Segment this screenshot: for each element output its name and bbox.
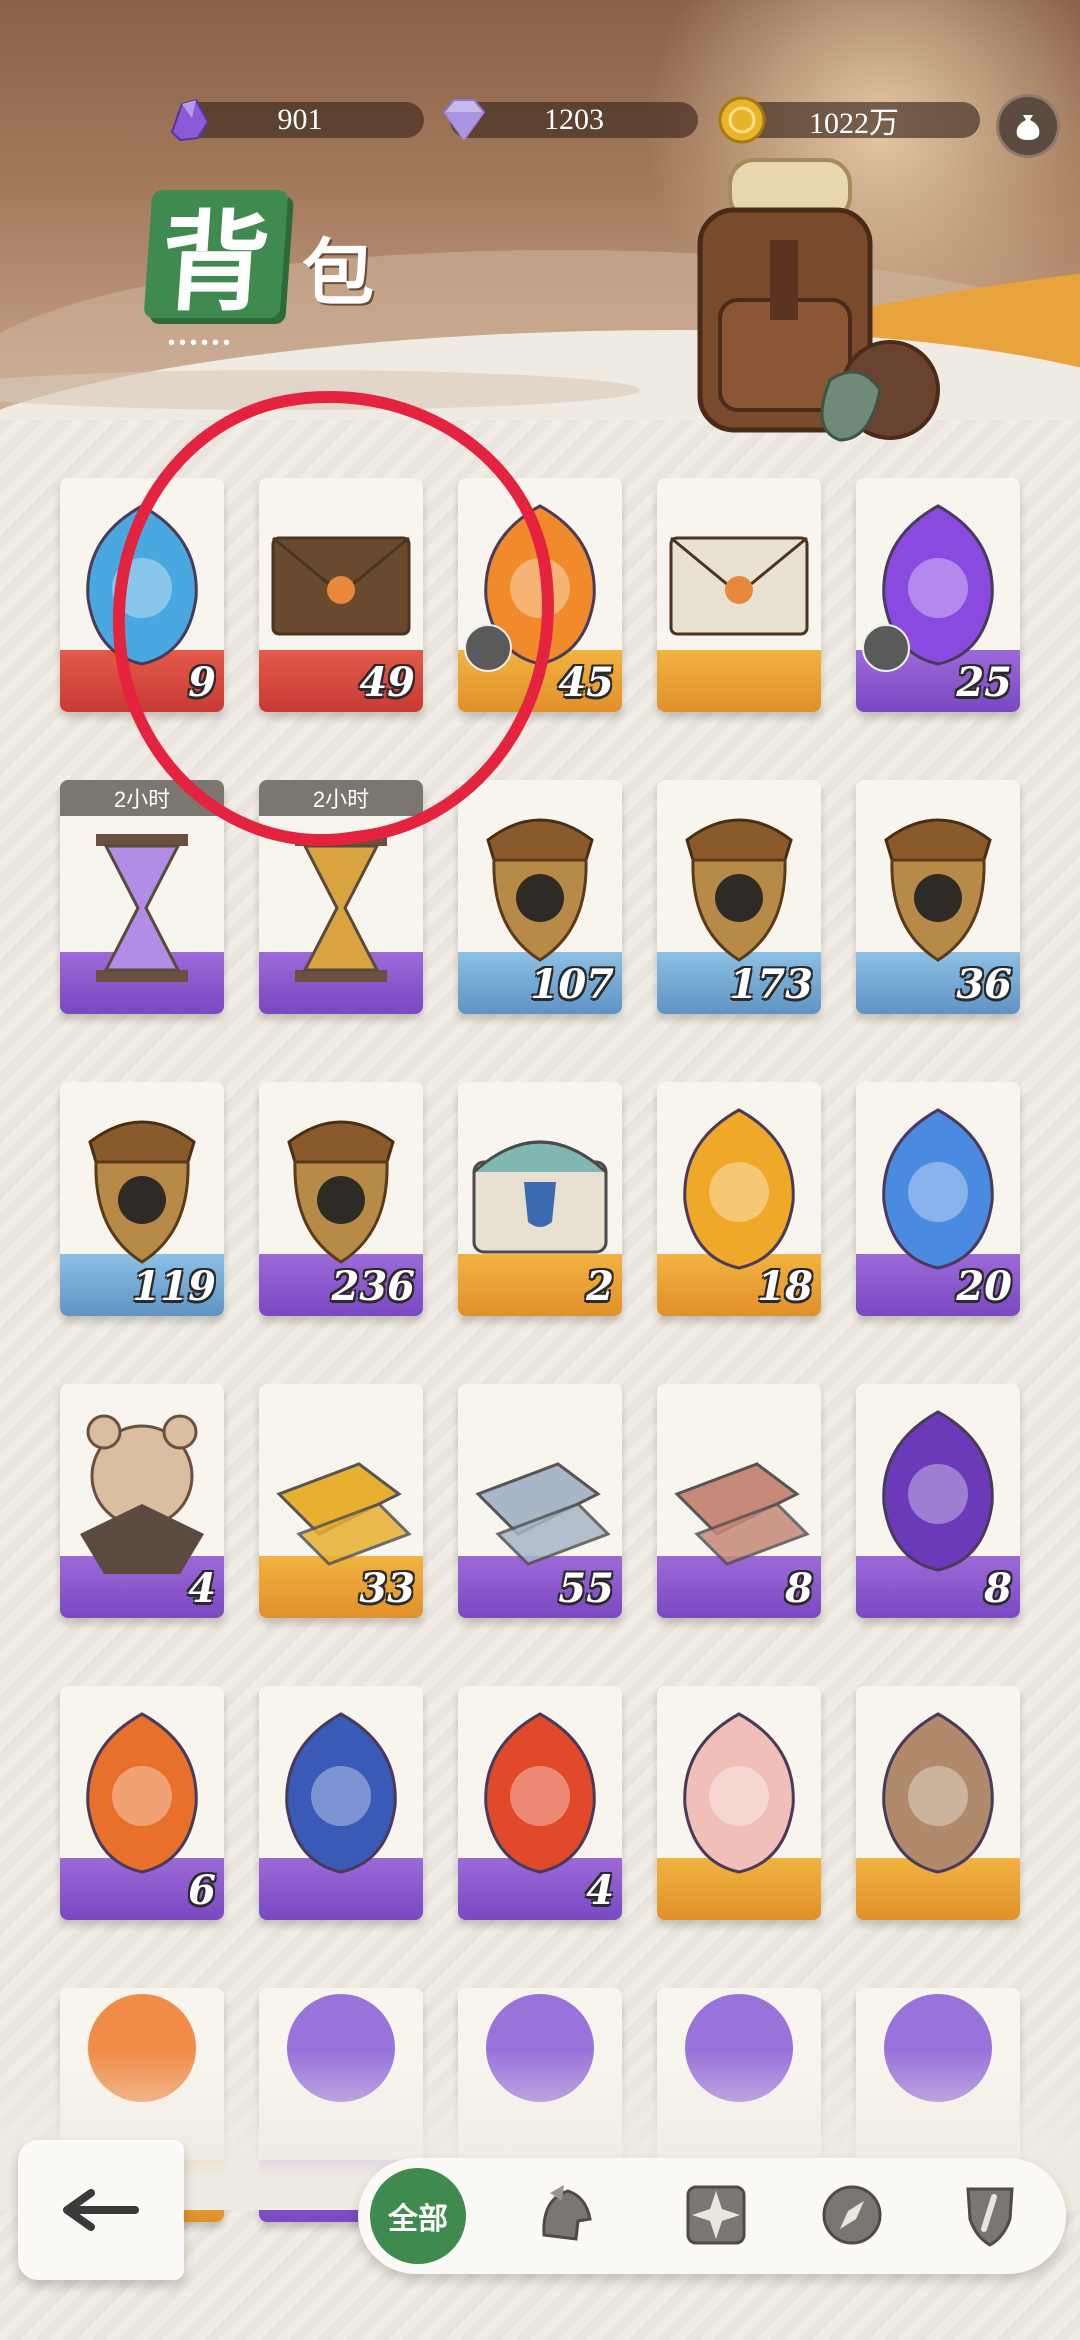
inventory-item[interactable]: 2小时	[259, 780, 423, 1014]
item-count: 55	[558, 1565, 614, 1612]
item-count: 9	[188, 659, 216, 706]
filter-star-button[interactable]	[676, 2175, 756, 2255]
inventory-item[interactable]: 173	[657, 780, 821, 1014]
inventory-item[interactable]: 4	[458, 1686, 622, 1920]
compass-icon	[822, 2185, 882, 2245]
item-count: 36	[956, 961, 1012, 1008]
shield-sword-icon	[966, 2187, 1014, 2247]
inventory-item[interactable]: 2	[458, 1082, 622, 1316]
inventory-item[interactable]	[657, 1686, 821, 1920]
item-count: 49	[359, 659, 415, 706]
inventory-item[interactable]: 107	[458, 780, 622, 1014]
gold-coin-icon	[718, 96, 766, 144]
inventory-item[interactable]: 8	[657, 1384, 821, 1618]
item-count: 4	[188, 1565, 216, 1612]
item-count: 33	[359, 1565, 415, 1612]
wave-crystal-icon	[285, 1712, 397, 1874]
inventory-item[interactable]: 8	[856, 1384, 1020, 1618]
item-count: 45	[558, 659, 614, 706]
inventory-item[interactable]: 55	[458, 1384, 622, 1618]
item-count: 25	[956, 659, 1012, 706]
inventory-item[interactable]: 36	[856, 780, 1020, 1014]
page-title-badge: 背	[143, 190, 289, 326]
inventory-item[interactable]: 18	[657, 1082, 821, 1316]
inventory-item[interactable]: 119	[60, 1082, 224, 1316]
portrait-beast-icon	[882, 1712, 994, 1874]
inventory-item[interactable]	[856, 1686, 1020, 1920]
arrow-left-icon	[63, 2189, 139, 2231]
item-count: 8	[984, 1565, 1012, 1612]
inventory-item[interactable]: 45	[458, 478, 622, 712]
inventory-item[interactable]: 9	[60, 478, 224, 712]
item-count: 119	[132, 1263, 217, 1310]
inventory-item[interactable]: 236	[259, 1082, 423, 1316]
filter-helmet-button[interactable]	[526, 2175, 606, 2255]
money-bag-icon	[1016, 115, 1040, 140]
item-count: 8	[785, 1565, 813, 1612]
inventory-item[interactable]: 20	[856, 1082, 1020, 1316]
money-bag-button[interactable]	[996, 94, 1060, 158]
envelope-light-icon	[669, 536, 809, 636]
page-title-dots: ••••••	[168, 332, 235, 354]
inventory-item[interactable]: 4	[60, 1384, 224, 1618]
inventory-item[interactable]: 25	[856, 478, 1020, 712]
currency-gold[interactable]: 1022万	[718, 96, 980, 144]
page-title-main: 背	[156, 200, 274, 326]
inventory-item[interactable]: 2小时	[60, 780, 224, 1014]
item-count: 107	[530, 961, 615, 1008]
diamond-icon	[442, 99, 486, 142]
filter-shield-button[interactable]	[950, 2175, 1030, 2255]
item-count: 236	[331, 1263, 416, 1310]
item-count: 173	[729, 961, 814, 1008]
item-count: 4	[586, 1867, 614, 1914]
currency-purple-crystal[interactable]: 901	[170, 98, 424, 142]
inventory-item[interactable]	[259, 1686, 423, 1920]
item-count: 18	[757, 1263, 813, 1310]
portrait-girl-icon	[683, 1712, 795, 1874]
inventory-item[interactable]	[657, 478, 821, 712]
helmet-icon	[542, 2185, 592, 2241]
purple-crystal-icon	[170, 98, 210, 142]
inventory-item[interactable]: 33	[259, 1384, 423, 1618]
puzzle-piece-icon	[464, 624, 512, 672]
filter-compass-button[interactable]	[812, 2175, 892, 2255]
item-timer: 2小时	[259, 780, 423, 816]
item-count: 20	[956, 1263, 1012, 1310]
inventory-item[interactable]: 6	[60, 1686, 224, 1920]
currency-diamond[interactable]: 1203	[442, 99, 698, 142]
backpack-illustration	[697, 158, 940, 442]
item-count: 6	[188, 1867, 216, 1914]
inventory-item[interactable]: 49	[259, 478, 423, 712]
back-button[interactable]	[18, 2140, 184, 2280]
item-timer: 2小时	[60, 780, 224, 816]
compass-star-icon	[686, 2185, 746, 2245]
puzzle-piece-icon	[862, 624, 910, 672]
filter-all-button[interactable]: 全部	[370, 2168, 466, 2264]
page-title-second: 包	[302, 230, 375, 315]
item-count: 2	[586, 1263, 614, 1310]
